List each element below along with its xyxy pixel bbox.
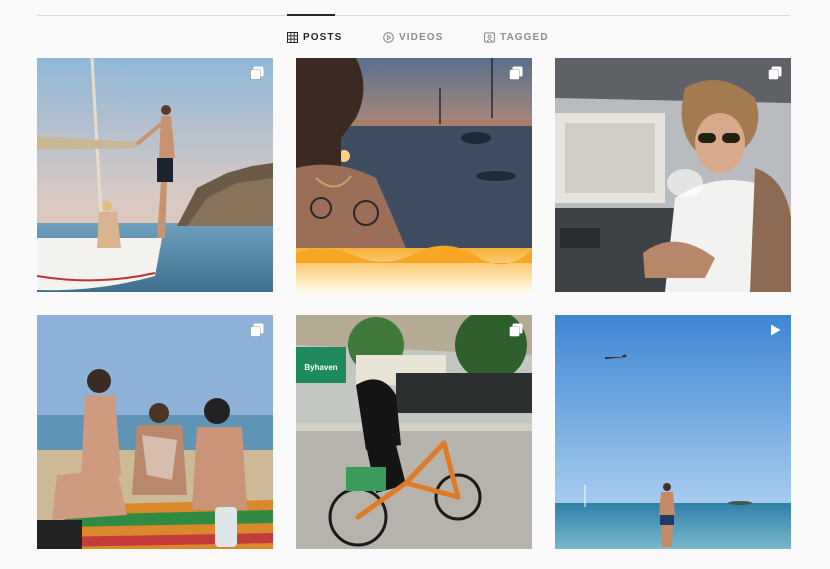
- post-image-beach-group: [37, 315, 273, 549]
- grid-icon: [287, 31, 298, 43]
- byhaven-sign-text: Byhaven: [304, 363, 337, 372]
- post-thumbnail[interactable]: [555, 315, 791, 549]
- post-thumbnail[interactable]: [37, 58, 273, 292]
- carousel-icon: [509, 66, 523, 80]
- carousel-icon: [250, 323, 264, 337]
- tab-tagged-label: TAGGED: [500, 31, 549, 43]
- tab-videos[interactable]: VIDEOS: [383, 26, 443, 48]
- post-image-sunset-portrait: [296, 58, 532, 292]
- post-image-sea-plane: [555, 315, 791, 549]
- tab-posts-label: POSTS: [303, 31, 343, 43]
- post-thumbnail[interactable]: Byhaven: [296, 315, 532, 549]
- post-thumbnail[interactable]: [37, 315, 273, 549]
- play-icon: [771, 324, 781, 336]
- carousel-icon: [250, 66, 264, 80]
- tab-divider: [37, 15, 790, 16]
- profile-tabs: POSTS VIDEOS TAGGED: [0, 26, 830, 48]
- tab-videos-label: VIDEOS: [399, 31, 444, 43]
- post-thumbnail[interactable]: [296, 58, 532, 292]
- post-image-car: [555, 58, 791, 292]
- tag-portrait-icon: [484, 31, 495, 43]
- post-image-city-bike: Byhaven: [296, 315, 532, 549]
- post-image-sailboat: [37, 58, 273, 292]
- carousel-icon: [768, 66, 782, 80]
- play-circle-icon: [383, 31, 394, 43]
- post-thumbnail[interactable]: [555, 58, 791, 292]
- carousel-icon: [509, 323, 523, 337]
- tab-posts[interactable]: POSTS: [287, 26, 342, 48]
- tab-tagged[interactable]: TAGGED: [484, 26, 549, 48]
- active-tab-indicator: [287, 14, 335, 16]
